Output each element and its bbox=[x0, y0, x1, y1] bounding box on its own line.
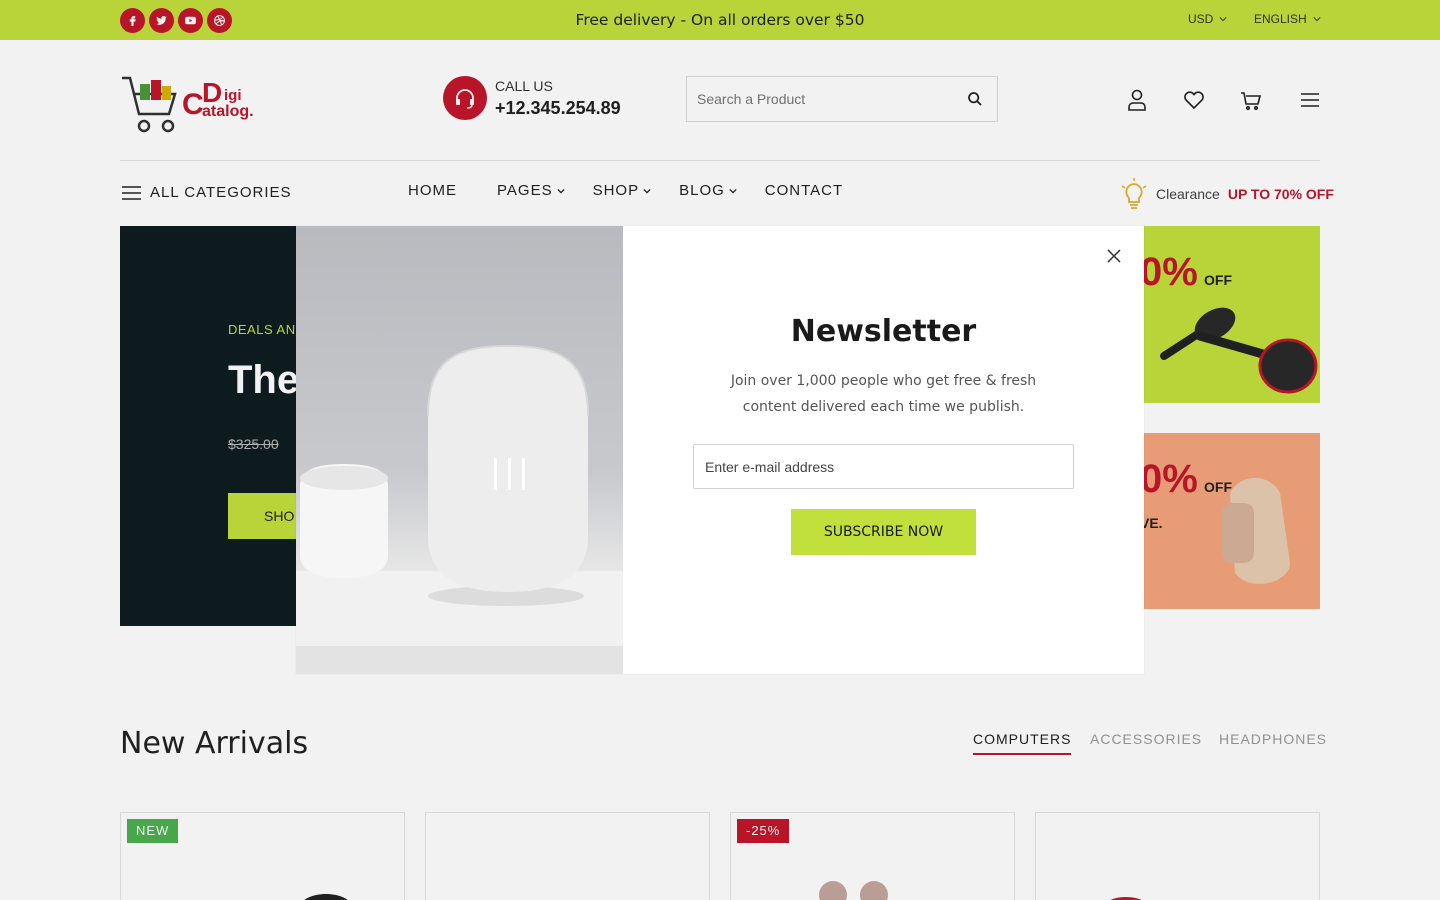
email-field[interactable] bbox=[693, 444, 1074, 489]
speaker-product-image bbox=[296, 226, 623, 674]
newsletter-title: Newsletter bbox=[790, 314, 977, 349]
subscribe-button[interactable]: SUBSCRIBE NOW bbox=[791, 509, 976, 555]
newsletter-modal: Newsletter Join over 1,000 people who ge… bbox=[296, 226, 1144, 674]
newsletter-description: Join over 1,000 people who get free & fr… bbox=[730, 373, 1037, 415]
close-icon[interactable] bbox=[1106, 248, 1122, 264]
